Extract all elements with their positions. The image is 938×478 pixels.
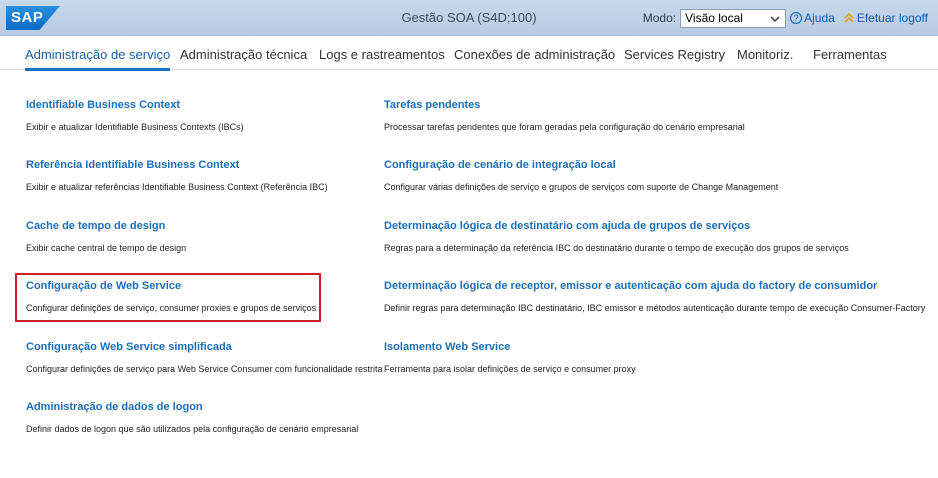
configuracao-web-service-simplificada-link[interactable]: Configuração Web Service simplificada xyxy=(26,341,383,353)
entry-description: Exibir e atualizar Identifiable Business… xyxy=(26,122,244,132)
mode-value: Visão local xyxy=(685,10,743,25)
entry-description: Definir regras para determinação IBC des… xyxy=(384,303,926,313)
list-item: Referência Identifiable Business Context… xyxy=(26,159,328,192)
list-item: Identifiable Business Context Exibir e a… xyxy=(26,99,244,132)
administracao-dados-logon-link[interactable]: Administração de dados de logon xyxy=(26,401,358,413)
list-item: Configuração de cenário de integração lo… xyxy=(384,159,778,192)
logoff-icon xyxy=(844,12,854,23)
determinacao-logica-destinatario-link[interactable]: Determinação lógica de destinatário com … xyxy=(384,220,849,232)
list-item: Determinação lógica de destinatário com … xyxy=(384,220,849,253)
shell-bar: SAP Gestão SOA (S4D;100) Modo: Visão loc… xyxy=(0,0,938,36)
entry-description: Regras para a determinação da referência… xyxy=(384,243,849,253)
configuracao-cenario-integracao-local-link[interactable]: Configuração de cenário de integração lo… xyxy=(384,159,778,171)
help-label: Ajuda xyxy=(804,11,835,25)
header-tools: Modo: Visão local ? Ajuda Efetuar logoff xyxy=(643,8,928,28)
entry-description: Exibir e atualizar referências Identifia… xyxy=(26,182,328,192)
determinacao-logica-receptor-link[interactable]: Determinação lógica de receptor, emissor… xyxy=(384,280,925,292)
tab-administracao-de-servico[interactable]: Administração de serviço xyxy=(25,47,171,71)
referencia-ibc-link[interactable]: Referência Identifiable Business Context xyxy=(26,159,328,171)
help-icon: ? xyxy=(790,12,803,24)
tab-bar: Administração de serviço Administração t… xyxy=(0,37,938,71)
cache-tempo-design-link[interactable]: Cache de tempo de design xyxy=(26,220,186,232)
help-link[interactable]: ? Ajuda xyxy=(790,11,835,25)
list-item: Configuração Web Service simplificada Co… xyxy=(26,341,383,374)
mode-label: Modo: xyxy=(642,11,677,25)
entry-description: Definir dados de logon que são utilizado… xyxy=(26,424,359,434)
logoff-link[interactable]: Efetuar logoff xyxy=(843,11,928,25)
tab-ferramentas[interactable]: Ferramentas xyxy=(813,47,887,62)
identifiable-business-context-link[interactable]: Identifiable Business Context xyxy=(26,99,244,111)
entry-description: Exibir cache central de tempo de design xyxy=(26,243,187,253)
list-item: Administração de dados de logon Definir … xyxy=(26,401,358,434)
list-item: Isolamento Web Service Ferramenta para i… xyxy=(384,341,636,374)
entry-description: Configurar várias definições de serviço … xyxy=(384,182,779,192)
entry-description: Processar tarefas pendentes que foram ge… xyxy=(384,122,745,132)
isolamento-web-service-link[interactable]: Isolamento Web Service xyxy=(384,341,636,353)
list-item: Determinação lógica de receptor, emissor… xyxy=(384,280,925,313)
tab-services-registry[interactable]: Services Registry xyxy=(624,47,725,62)
tab-conexoes-de-administracao[interactable]: Conexões de administração xyxy=(454,47,615,62)
tab-logs-e-rastreamentos[interactable]: Logs e rastreamentos xyxy=(319,47,445,62)
tarefas-pendentes-link[interactable]: Tarefas pendentes xyxy=(384,99,745,111)
tab-administracao-tecnica[interactable]: Administração técnica xyxy=(180,47,307,62)
highlight-box xyxy=(15,273,321,322)
mode-select[interactable]: Visão local xyxy=(680,8,787,28)
chevron-down-icon xyxy=(770,16,780,22)
list-item: Tarefas pendentes Processar tarefas pend… xyxy=(384,99,745,132)
logoff-label: Efetuar logoff xyxy=(856,11,928,25)
entry-description: Ferramenta para isolar definições de ser… xyxy=(384,364,636,374)
entry-description: Configurar definições de serviço para We… xyxy=(26,364,383,374)
tab-monitoriz[interactable]: Monitoriz. xyxy=(737,47,793,62)
list-item: Cache de tempo de design Exibir cache ce… xyxy=(26,220,186,253)
